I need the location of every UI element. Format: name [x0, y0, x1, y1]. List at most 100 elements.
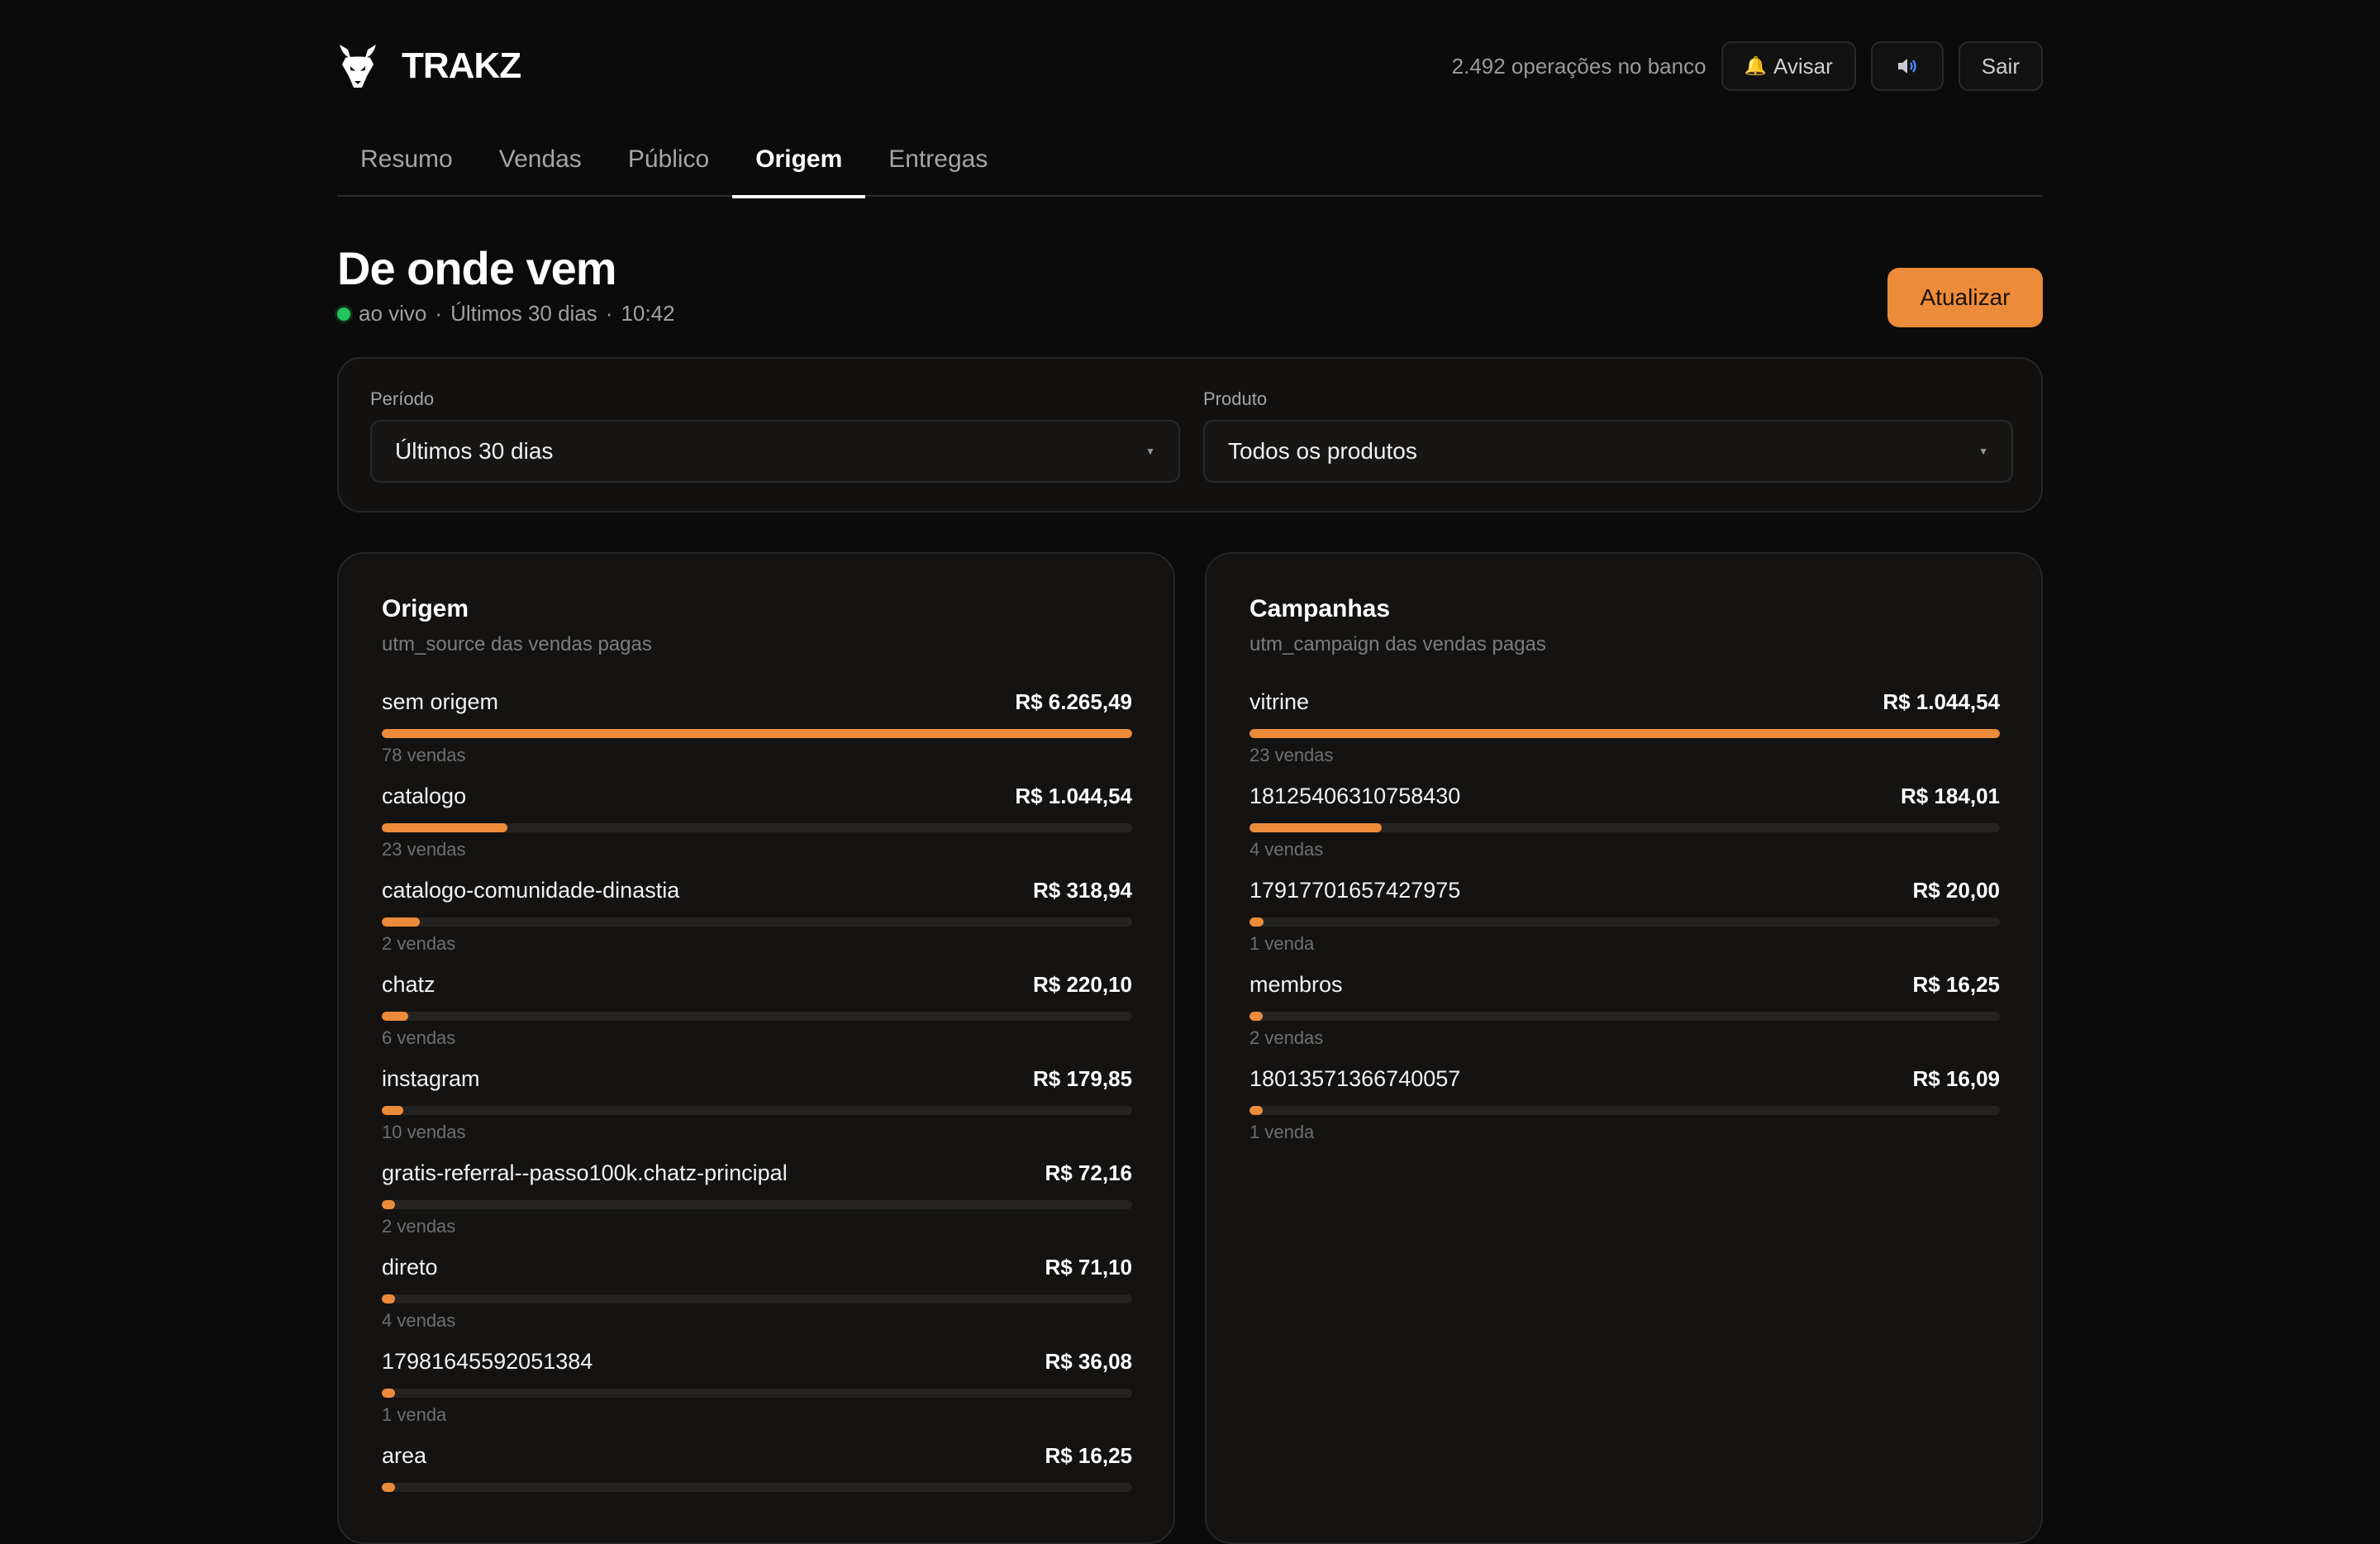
tab-publico[interactable]: Público — [605, 132, 732, 197]
progress-bar-fill — [1250, 823, 1382, 832]
list-item-name: catalogo-comunidade-dinastia — [382, 878, 680, 903]
brand-name: TRAKZ — [402, 45, 521, 86]
list-item-count: 78 vendas — [382, 745, 466, 765]
progress-bar-fill — [1250, 1106, 1263, 1115]
page-title: De onde vem — [337, 242, 617, 294]
live-label: ao vivo — [359, 301, 427, 326]
refresh-button[interactable]: Atualizar — [1887, 268, 2043, 327]
bull-logo-icon — [340, 45, 376, 88]
list-item-header: area R$ 16,25 — [382, 1443, 1132, 1471]
list-item-header: 17981645592051384 R$ 36,08 — [382, 1349, 1132, 1377]
campanhas-card-subtitle: utm_campaign das vendas pagas — [1250, 633, 1546, 655]
sound-button[interactable] — [1870, 41, 1944, 91]
progress-bar-fill — [382, 917, 421, 927]
product-filter: Produto Todos os produtos ▼ — [1203, 388, 2013, 483]
tab-entregas[interactable]: Entregas — [865, 132, 1011, 197]
list-item-value: R$ 72,16 — [1045, 1160, 1132, 1185]
progress-bar-track — [382, 823, 1132, 832]
progress-bar-track — [382, 1294, 1132, 1303]
origem-card-title: Origem — [382, 595, 469, 622]
list-item-value: R$ 220,10 — [1033, 972, 1132, 997]
tab-origem[interactable]: Origem — [732, 132, 866, 198]
list-item-value: R$ 36,08 — [1045, 1349, 1132, 1374]
origem-card: Origem utm_source das vendas pagas sem o… — [337, 552, 1175, 1544]
list-item-value: R$ 1.044,54 — [1015, 784, 1132, 808]
speaker-icon — [1897, 59, 1916, 74]
brand[interactable]: TRAKZ — [337, 43, 521, 89]
list-item: chatz R$ 220,10 6 vendas — [382, 972, 1132, 1066]
list-item-name: vitrine — [1250, 689, 1310, 714]
list-item-count: 1 venda — [1250, 1122, 1315, 1142]
chevron-down-icon: ▼ — [1145, 446, 1155, 457]
list-item-name: direto — [382, 1255, 438, 1280]
list-item-value: R$ 20,00 — [1912, 878, 2000, 903]
tab-vendas[interactable]: Vendas — [476, 132, 605, 197]
progress-bar-track — [1250, 729, 2000, 738]
list-item-name: catalogo — [382, 784, 467, 808]
operations-count: 2.492 operações no banco — [1451, 53, 1706, 79]
progress-bar-track — [1250, 1106, 2000, 1115]
campanhas-list: vitrine R$ 1.044,54 23 vendas 1812540631075… — [1250, 689, 2000, 1160]
list-item-header: gratis-referral--passo100k.chatz-princip… — [382, 1160, 1132, 1189]
progress-bar-fill — [1250, 917, 1264, 927]
list-item-name: membros — [1250, 972, 1343, 997]
list-item-name: sem origem — [382, 689, 499, 714]
list-item-name: 18125406310758430 — [1250, 784, 1461, 808]
list-item: membros R$ 16,25 2 vendas — [1250, 972, 2000, 1066]
progress-bar-track — [1250, 1012, 2000, 1021]
origem-card-subtitle: utm_source das vendas pagas — [382, 633, 652, 655]
list-item: vitrine R$ 1.044,54 23 vendas — [1250, 689, 2000, 784]
progress-bar-track — [382, 1200, 1132, 1209]
list-item: 18125406310758430 R$ 184,01 4 vendas — [1250, 784, 2000, 878]
product-select-value: Todos os produtos — [1228, 438, 1417, 464]
list-item-header: catalogo R$ 1.044,54 — [382, 784, 1132, 812]
app-root: TRAKZ 2.492 operações no banco 🔔 Avisar … — [337, 0, 2043, 1544]
top-header: TRAKZ 2.492 operações no banco 🔔 Avisar … — [337, 33, 2043, 99]
progress-bar-fill — [382, 729, 1132, 738]
product-select[interactable]: Todos os produtos ▼ — [1203, 420, 2013, 483]
period-filter: Período Últimos 30 dias ▼ — [370, 388, 1180, 483]
live-dot-icon — [337, 307, 350, 321]
notify-button[interactable]: 🔔 Avisar — [1721, 41, 1856, 91]
live-time: 10:42 — [621, 301, 675, 326]
progress-bar-track — [382, 917, 1132, 927]
filters-panel: Período Últimos 30 dias ▼ Produto Todos … — [337, 357, 2043, 512]
list-item-name: 17981645592051384 — [382, 1349, 593, 1374]
period-select[interactable]: Últimos 30 dias ▼ — [370, 420, 1180, 483]
list-item-value: R$ 6.265,49 — [1015, 689, 1132, 714]
logout-label: Sair — [1981, 53, 2020, 79]
list-item: catalogo R$ 1.044,54 23 vendas — [382, 784, 1132, 878]
list-item-header: chatz R$ 220,10 — [382, 972, 1132, 1000]
list-item-value: R$ 318,94 — [1033, 878, 1132, 903]
progress-bar-track — [382, 1106, 1132, 1115]
progress-bar-fill — [1250, 729, 2000, 738]
list-item: instagram R$ 179,85 10 vendas — [382, 1066, 1132, 1160]
progress-bar-track — [1250, 917, 2000, 927]
list-item-value: R$ 16,25 — [1912, 972, 2000, 997]
list-item-name: instagram — [382, 1066, 480, 1091]
list-item-name: chatz — [382, 972, 436, 997]
progress-bar-fill — [382, 1012, 408, 1021]
list-item-header: instagram R$ 179,85 — [382, 1066, 1132, 1094]
period-filter-label: Período — [370, 388, 435, 409]
list-item-value: R$ 16,25 — [1045, 1443, 1132, 1468]
list-item: catalogo-comunidade-dinastia R$ 318,94 2 v… — [382, 878, 1132, 972]
tab-resumo[interactable]: Resumo — [337, 132, 476, 197]
list-item: sem origem R$ 6.265,49 78 vendas — [382, 689, 1132, 784]
list-item-count: 10 vendas — [382, 1122, 466, 1142]
list-item-count: 2 vendas — [1250, 1027, 1324, 1048]
notify-label: Avisar — [1773, 53, 1833, 79]
logout-button[interactable]: Sair — [1958, 41, 2043, 91]
list-item-value: R$ 71,10 — [1045, 1255, 1132, 1280]
product-filter-label: Produto — [1203, 388, 1268, 409]
list-item-count: 6 vendas — [382, 1027, 456, 1048]
progress-bar-fill — [1250, 1012, 1263, 1021]
list-item-header: direto R$ 71,10 — [382, 1255, 1132, 1283]
list-item-count: 1 venda — [382, 1404, 447, 1425]
list-item-count: 1 venda — [1250, 933, 1315, 954]
list-item-header: catalogo-comunidade-dinastia R$ 318,94 — [382, 878, 1132, 906]
list-item-count: 4 vendas — [382, 1310, 456, 1331]
list-item: 17917701657427975 R$ 20,00 1 venda — [1250, 878, 2000, 972]
separator: · — [605, 301, 613, 326]
list-item-name: 18013571366740057 — [1250, 1066, 1461, 1091]
